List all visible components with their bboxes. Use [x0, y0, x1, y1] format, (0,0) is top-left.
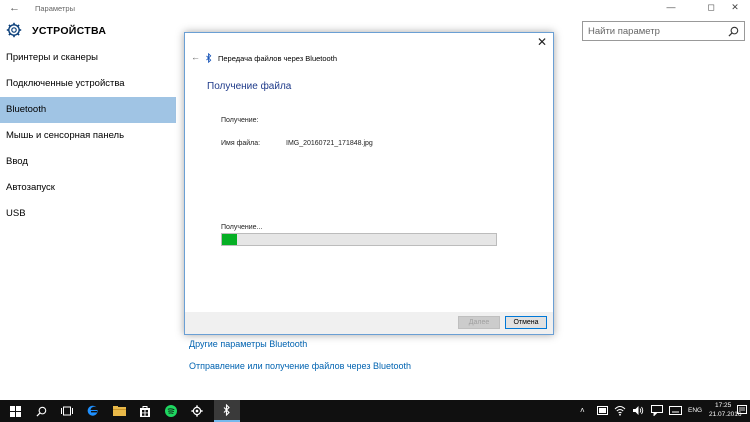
dialog-footer: Далее Отмена [185, 312, 553, 334]
cancel-button[interactable]: Отмена [505, 316, 547, 329]
window-title: Параметры [35, 4, 75, 13]
back-button[interactable]: ← [9, 2, 20, 14]
taskbar: ˄ ENG 17:25 21.07.2016 [0, 400, 750, 422]
spotify-button[interactable] [158, 400, 184, 422]
language-indicator[interactable]: ENG [688, 407, 702, 414]
gear-icon [191, 405, 203, 417]
sidebar-item-printers[interactable]: Принтеры и сканеры [0, 45, 176, 71]
maximize-button[interactable]: ◻ [698, 2, 724, 13]
search-icon [35, 406, 46, 417]
file-explorer-icon [112, 406, 126, 416]
store-button[interactable] [132, 400, 158, 422]
sidebar-item-typing[interactable]: Ввод [0, 149, 176, 175]
taskbar-search-button[interactable] [28, 400, 54, 422]
sidebar-item-connected-devices[interactable]: Подключенные устройства [0, 71, 176, 97]
dialog-heading: Получение файла [207, 81, 292, 92]
gear-icon [6, 22, 22, 38]
task-view-button[interactable] [54, 400, 80, 422]
start-button[interactable] [2, 400, 28, 422]
link-more-bluetooth-options[interactable]: Другие параметры Bluetooth [189, 339, 307, 349]
bluetooth-icon [223, 404, 230, 416]
close-button[interactable]: ✕ [722, 2, 748, 13]
bluetooth-transfer-button[interactable] [214, 400, 240, 422]
sidebar-item-mouse-touchpad[interactable]: Мышь и сенсорная панель [0, 123, 176, 149]
transfer-progress-bar [221, 233, 497, 246]
store-icon [140, 406, 150, 417]
keyboard-icon[interactable] [669, 406, 682, 415]
next-button[interactable]: Далее [458, 316, 500, 329]
windows-logo-icon [9, 405, 21, 417]
file-name-value: IMG_20160721_171848.jpg [286, 140, 373, 147]
volume-icon[interactable] [632, 405, 644, 416]
link-send-receive-bluetooth[interactable]: Отправление или получение файлов через B… [189, 361, 411, 371]
edge-icon [87, 405, 98, 416]
dialog-back-button[interactable]: ← [191, 52, 200, 62]
title-bar: ← Параметры — ◻ ✕ [0, 0, 750, 18]
file-name-label: Имя файла: [221, 140, 261, 147]
bluetooth-icon [206, 53, 212, 63]
search-box[interactable]: Найти параметр [582, 21, 745, 41]
clock-time[interactable]: 17:25 [715, 402, 731, 409]
battery-icon[interactable] [597, 406, 609, 415]
bluetooth-transfer-dialog: ✕ ← Передача файлов через Bluetooth Полу… [184, 32, 554, 335]
search-input[interactable]: Найти параметр [588, 26, 660, 37]
minimize-button[interactable]: — [658, 2, 684, 12]
search-icon[interactable] [728, 26, 739, 37]
progress-label: Получение... [221, 224, 263, 231]
file-explorer-button[interactable] [106, 400, 132, 422]
receiving-label: Получение: [221, 117, 259, 124]
notifications-icon[interactable] [651, 405, 663, 416]
sidebar-item-usb[interactable]: USB [0, 201, 176, 227]
network-icon[interactable] [614, 405, 626, 416]
edge-button[interactable] [80, 400, 106, 422]
spotify-icon [165, 405, 177, 417]
action-center-icon[interactable] [737, 405, 747, 416]
settings-button[interactable] [184, 400, 210, 422]
section-title: УСТРОЙСТВА [32, 25, 107, 37]
sidebar-item-bluetooth[interactable]: Bluetooth [0, 97, 176, 123]
chevron-up-icon[interactable]: ˄ [580, 406, 585, 415]
dialog-title: Передача файлов через Bluetooth [218, 54, 337, 63]
sidebar-item-autoplay[interactable]: Автозапуск [0, 175, 176, 201]
task-view-icon [61, 406, 73, 416]
progress-fill [222, 234, 238, 245]
dialog-close-button[interactable]: ✕ [537, 35, 547, 49]
